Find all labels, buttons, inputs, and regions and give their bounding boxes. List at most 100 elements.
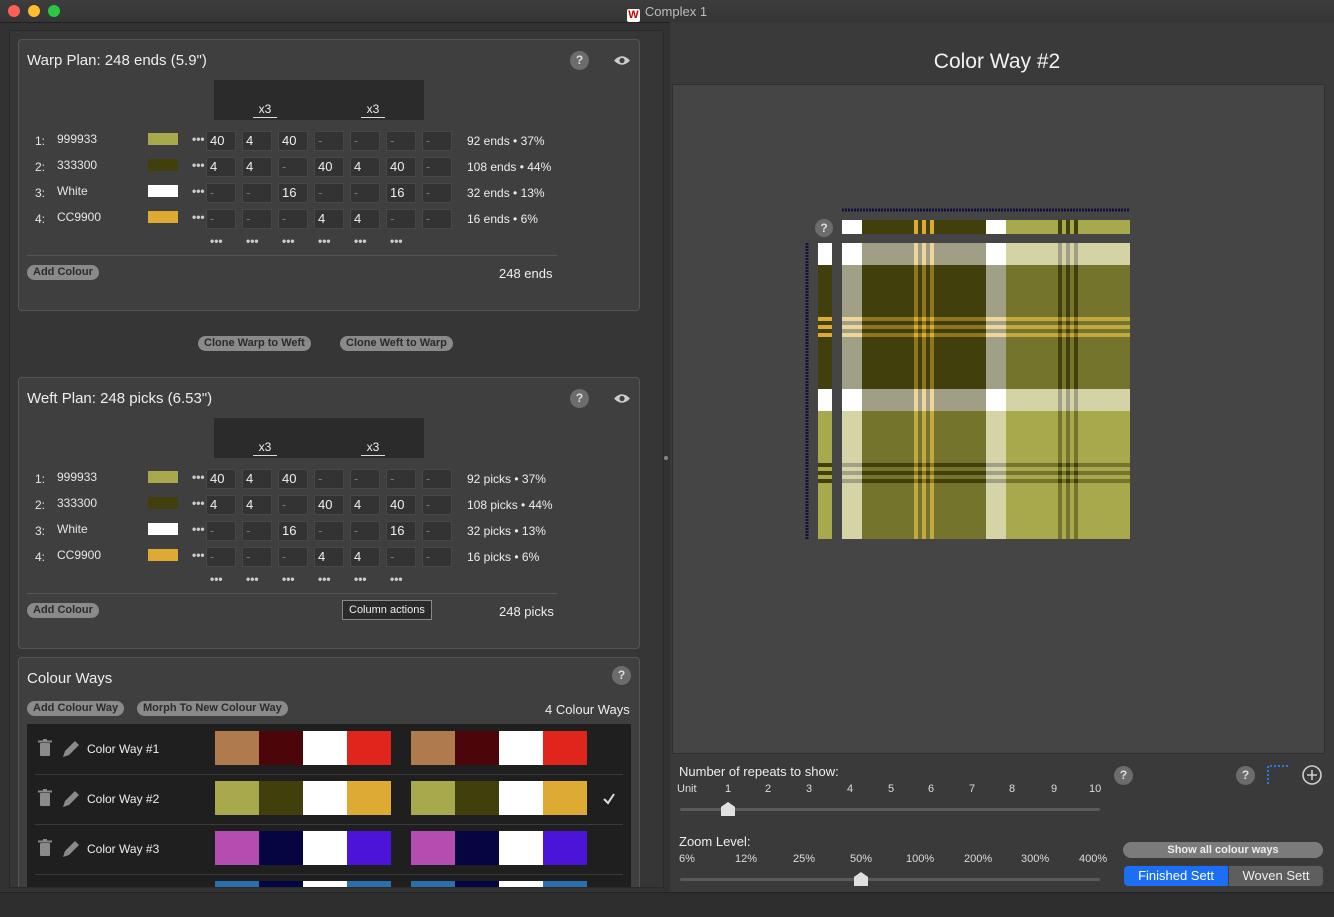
colour-way-name[interactable]: Color Way #1 [87, 742, 159, 756]
warp-thread-count-cell[interactable]: 4 [242, 131, 272, 151]
colour-way-swatch[interactable] [347, 881, 391, 887]
colour-way-swatch[interactable] [303, 881, 347, 887]
warp-thread-count-cell[interactable]: 40 [206, 131, 236, 151]
weft-thread-count-cell[interactable]: 4 [242, 495, 272, 515]
warp-thread-count-cell[interactable]: - [350, 131, 380, 151]
weft-colour-row[interactable]: 3: White ••• - -16- -16-32 picks • 13% [27, 520, 627, 542]
warp-column-actions-icon[interactable]: ••• [246, 234, 259, 248]
weft-thread-count-cell[interactable]: - [314, 521, 344, 541]
weft-column-actions-icon[interactable]: ••• [246, 572, 259, 586]
colour-way-swatch[interactable] [303, 831, 347, 865]
colour-way-swatch[interactable] [347, 781, 391, 815]
colour-way-swatch[interactable] [303, 781, 347, 815]
weft-row-more-icon[interactable]: ••• [192, 522, 205, 536]
warp-thread-count-cell[interactable]: - [314, 131, 344, 151]
warp-column-actions-icon[interactable]: ••• [354, 234, 367, 248]
warp-row-swatch[interactable] [148, 159, 178, 171]
trash-icon[interactable] [38, 789, 52, 807]
repeats-help-icon[interactable]: ? [1114, 766, 1133, 785]
clone-warp-to-weft-button[interactable]: Clone Warp to Weft [198, 336, 311, 351]
weft-thread-count-cell[interactable]: 40 [278, 469, 308, 489]
colour-way-swatch[interactable] [347, 731, 391, 765]
warp-row-more-icon[interactable]: ••• [192, 210, 205, 224]
weft-colour-row[interactable]: 4: CC9900 ••• - - -4 4- -16 picks • 6% [27, 546, 627, 568]
trash-icon[interactable] [38, 739, 52, 757]
weft-colour-row[interactable]: 1: 999933 ••• 40 4 40- - - -92 picks • 37% [27, 468, 627, 490]
colour-way-swatch[interactable] [215, 881, 259, 887]
warp-column-actions-icon[interactable]: ••• [282, 234, 295, 248]
colour-ways-help-icon[interactable]: ? [612, 666, 631, 685]
warp-row-swatch[interactable] [148, 185, 178, 197]
warp-thread-count-cell[interactable]: 40 [386, 157, 416, 177]
colour-way-swatch[interactable] [499, 881, 543, 887]
colour-way-swatch[interactable] [411, 731, 455, 765]
warp-thread-count-cell[interactable]: - [242, 209, 272, 229]
weft-thread-count-cell[interactable]: - [206, 547, 236, 567]
warp-colour-row[interactable]: 2: 333300 ••• 4 4-40 4 40-108 ends • 44% [27, 156, 627, 178]
weft-thread-count-cell[interactable]: 4 [314, 547, 344, 567]
warp-help-icon[interactable]: ? [570, 51, 589, 70]
warp-thread-count-cell[interactable]: - [242, 183, 272, 203]
colour-way-row[interactable]: Color Way #3 [35, 824, 623, 875]
warp-visibility-eye-icon[interactable] [613, 55, 631, 66]
warp-thread-count-cell[interactable]: 16 [278, 183, 308, 203]
warp-thread-count-cell[interactable]: - [422, 183, 452, 203]
colour-way-swatch[interactable] [411, 881, 455, 887]
warp-row-more-icon[interactable]: ••• [192, 132, 205, 146]
colour-way-swatch[interactable] [543, 881, 587, 887]
weft-thread-count-cell[interactable]: - [422, 469, 452, 489]
warp-thread-count-cell[interactable]: - [422, 157, 452, 177]
weft-thread-count-cell[interactable]: - [206, 521, 236, 541]
tartan-preview-canvas[interactable]: ? [672, 84, 1325, 754]
weft-thread-count-cell[interactable]: - [386, 547, 416, 567]
preview-help-icon[interactable]: ? [1236, 766, 1255, 785]
colour-way-swatch[interactable] [259, 781, 303, 815]
colour-way-swatch[interactable] [411, 781, 455, 815]
show-all-colour-ways-button[interactable]: Show all colour ways [1123, 842, 1323, 858]
clone-weft-to-warp-button[interactable]: Clone Weft to Warp [340, 336, 453, 351]
weft-thread-count-cell[interactable]: 40 [314, 495, 344, 515]
warp-thread-count-cell[interactable]: - [206, 183, 236, 203]
colour-way-row[interactable] [35, 874, 623, 887]
weft-colour-row[interactable]: 2: 333300 ••• 4 4-40 4 40-108 picks • 44% [27, 494, 627, 516]
ruler-icon[interactable] [1266, 762, 1290, 786]
weft-thread-count-cell[interactable]: - [422, 547, 452, 567]
weft-thread-count-cell[interactable]: 16 [278, 521, 308, 541]
colour-way-swatch[interactable] [259, 731, 303, 765]
warp-thread-count-cell[interactable]: - [278, 157, 308, 177]
weft-row-more-icon[interactable]: ••• [192, 548, 205, 562]
zoom-in-icon[interactable] [1301, 764, 1323, 786]
repeats-slider-thumb[interactable] [721, 802, 735, 816]
warp-row-more-icon[interactable]: ••• [192, 184, 205, 198]
colour-way-swatch[interactable] [499, 781, 543, 815]
colour-way-swatch[interactable] [455, 881, 499, 887]
weft-row-more-icon[interactable]: ••• [192, 496, 205, 510]
warp-thread-count-cell[interactable]: 4 [314, 209, 344, 229]
weft-row-swatch[interactable] [148, 549, 178, 561]
weft-column-actions-icon[interactable]: ••• [318, 572, 331, 586]
weft-thread-count-cell[interactable]: 16 [386, 521, 416, 541]
weft-thread-count-cell[interactable]: - [350, 469, 380, 489]
zoom-slider-track[interactable] [680, 878, 1100, 881]
colour-way-swatch[interactable] [259, 881, 303, 887]
weft-thread-count-cell[interactable]: 4 [206, 495, 236, 515]
weft-column-actions-icon[interactable]: ••• [282, 572, 295, 586]
colour-way-swatch[interactable] [215, 731, 259, 765]
colour-way-swatch[interactable] [543, 781, 587, 815]
warp-thread-count-cell[interactable]: 4 [242, 157, 272, 177]
warp-row-swatch[interactable] [148, 211, 178, 223]
trash-icon[interactable] [38, 839, 52, 857]
weft-add-colour-button[interactable]: Add Colour [27, 603, 99, 618]
weft-thread-count-cell[interactable]: 40 [386, 495, 416, 515]
warp-thread-count-cell[interactable]: - [422, 131, 452, 151]
warp-repeat-marker-1[interactable]: x3 [253, 102, 277, 118]
colour-way-swatch[interactable] [303, 731, 347, 765]
weft-thread-count-cell[interactable]: - [386, 469, 416, 489]
weft-thread-count-cell[interactable]: - [278, 547, 308, 567]
warp-thread-count-cell[interactable]: - [350, 183, 380, 203]
weft-thread-count-cell[interactable]: - [242, 521, 272, 541]
weft-row-swatch[interactable] [148, 497, 178, 509]
pencil-icon[interactable] [61, 839, 81, 859]
weft-thread-count-cell[interactable]: - [350, 521, 380, 541]
warp-column-actions-icon[interactable]: ••• [318, 234, 331, 248]
